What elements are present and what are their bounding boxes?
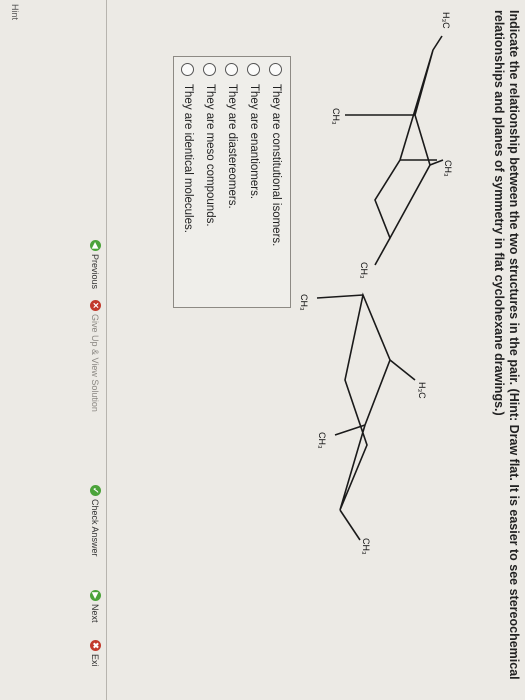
hint-tab[interactable]: Hint <box>10 4 20 20</box>
give-up-button[interactable]: ✕ Give Up & View Solution <box>90 300 101 412</box>
radio-button[interactable] <box>203 63 217 76</box>
check-icon: ✓ <box>90 485 101 496</box>
option-diastereomers[interactable]: They are diastereomers. <box>224 63 240 307</box>
right-ch3-top-right: CH₃ <box>361 538 371 555</box>
radio-button[interactable] <box>247 63 261 76</box>
exit-icon: ✖ <box>90 640 101 651</box>
question-text: Indicate the relationship between the tw… <box>492 10 521 680</box>
option-meso-compounds[interactable]: They are meso compounds. <box>202 63 218 307</box>
left-ch3-right: CH₃ <box>359 262 369 279</box>
radio-button[interactable] <box>181 63 195 76</box>
radio-button[interactable] <box>269 63 283 76</box>
option-constitutional-isomers[interactable]: They are constitutional isomers. <box>268 63 284 307</box>
left-h3c-label: H₃C <box>441 12 451 29</box>
nav-divider <box>106 0 107 700</box>
right-cyclohexane <box>316 292 416 541</box>
next-button[interactable]: ▶ Next <box>90 590 101 623</box>
arrow-right-icon: ▶ <box>90 590 101 601</box>
structures-diagram: H₃C CH₃ CH₃ CH₃ CH₃ CH₃ H₃C CH₃ <box>299 12 453 555</box>
radio-button[interactable] <box>225 63 239 76</box>
right-h3c-label: H₃C <box>417 382 427 399</box>
right-ch3-bottom: CH₃ <box>299 294 309 311</box>
right-ch3-right: CH₃ <box>317 432 327 449</box>
left-ch3-top: CH₃ <box>443 160 453 177</box>
arrow-left-icon: ◀ <box>90 240 101 251</box>
check-answer-button[interactable]: ✓ Check Answer <box>90 485 101 557</box>
option-identical-molecules[interactable]: They are identical molecules. <box>180 63 196 307</box>
exit-button[interactable]: ✖ Exi <box>90 640 101 667</box>
question-panel: Indicate the relationship between the tw… <box>0 0 525 700</box>
option-enantiomers[interactable]: They are enantiomers. <box>246 63 262 307</box>
left-ch3-bottom: CH₃ <box>331 108 341 125</box>
answer-options: They are constitutional isomers. They ar… <box>173 56 291 308</box>
previous-button[interactable]: ◀ Previous <box>90 240 101 289</box>
left-cyclohexane <box>345 35 444 266</box>
stop-icon: ✕ <box>90 300 101 311</box>
